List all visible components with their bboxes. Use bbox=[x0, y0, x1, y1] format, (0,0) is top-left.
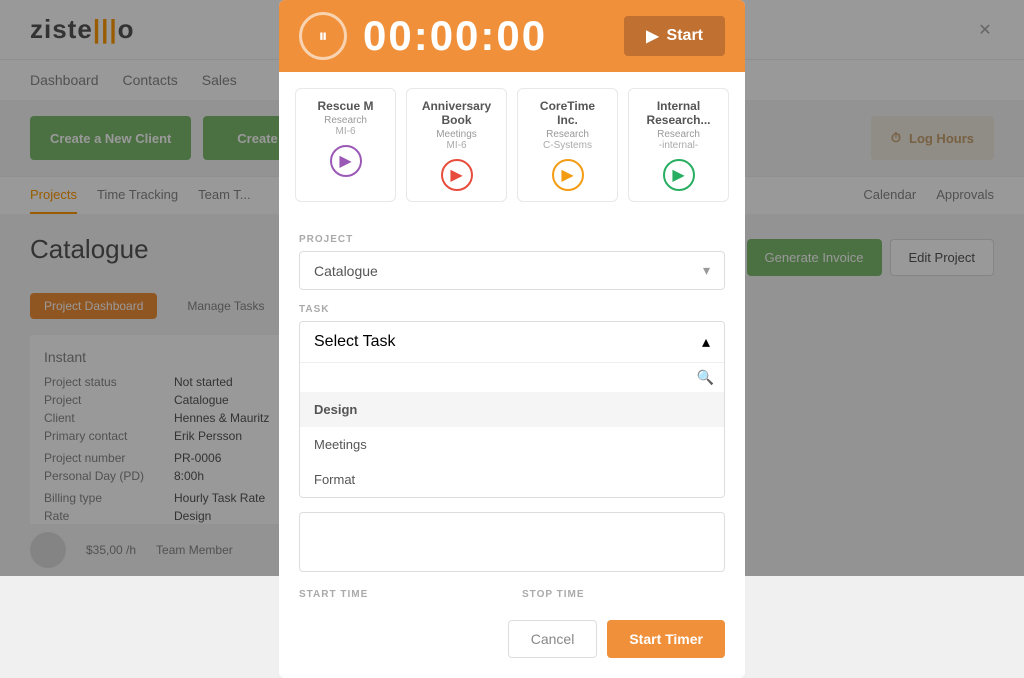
card-title-3: Internal Research... bbox=[643, 99, 714, 127]
project-card-2[interactable]: CoreTime Inc. Research C-Systems ▶ bbox=[517, 88, 618, 202]
card-play-2[interactable]: ▶ bbox=[552, 159, 584, 191]
task-option-meetings[interactable]: Meetings bbox=[300, 427, 724, 462]
start-time-label: START TIME bbox=[299, 589, 502, 600]
timer-header: ⏸ 00:00:00 ▶ Start bbox=[279, 0, 745, 72]
time-tracking-modal: ⏸ 00:00:00 ▶ Start Rescue M Research MI-… bbox=[279, 0, 745, 678]
task-option-design[interactable]: Design bbox=[300, 392, 724, 427]
card-sub-1: Meetings bbox=[421, 129, 492, 140]
card-code-1: MI-6 bbox=[421, 140, 492, 151]
card-sub-2: Research bbox=[532, 129, 603, 140]
modal-body: PROJECT Catalogue ▾ TASK Select Task ▴ 🔍… bbox=[279, 218, 745, 678]
project-select[interactable]: Catalogue ▾ bbox=[299, 251, 725, 290]
card-title-0: Rescue M bbox=[310, 99, 381, 113]
start-timer-button[interactable]: Start Timer bbox=[607, 620, 725, 658]
project-cards-section: Rescue M Research MI-6 ▶ Anniversary Boo… bbox=[279, 72, 745, 218]
task-search-input[interactable] bbox=[310, 370, 697, 385]
card-title-1: Anniversary Book bbox=[421, 99, 492, 127]
project-field-label: PROJECT bbox=[299, 234, 725, 245]
project-card-1[interactable]: Anniversary Book Meetings MI-6 ▶ bbox=[406, 88, 507, 202]
start-button[interactable]: ▶ Start bbox=[624, 16, 725, 56]
task-option-format[interactable]: Format bbox=[300, 462, 724, 497]
card-sub-0: Research bbox=[310, 115, 381, 126]
modal-footer: Cancel Start Timer bbox=[299, 620, 725, 662]
pause-icon: ⏸ bbox=[319, 26, 328, 47]
task-dropdown-header[interactable]: Select Task ▴ bbox=[300, 322, 724, 362]
chevron-down-icon: ▾ bbox=[703, 262, 710, 279]
play-icon: ▶ bbox=[646, 26, 658, 46]
card-play-0[interactable]: ▶ bbox=[330, 145, 362, 177]
notes-textarea[interactable] bbox=[299, 512, 725, 572]
card-code-3: -internal- bbox=[643, 140, 714, 151]
project-select-value: Catalogue bbox=[314, 263, 378, 279]
stop-time-col: STOP TIME bbox=[522, 589, 725, 604]
start-time-col: START TIME bbox=[299, 589, 502, 604]
card-play-1[interactable]: ▶ bbox=[441, 159, 473, 191]
pause-button[interactable]: ⏸ bbox=[299, 12, 347, 60]
task-select-placeholder: Select Task bbox=[314, 333, 396, 351]
cancel-button[interactable]: Cancel bbox=[508, 620, 598, 658]
time-row: START TIME STOP TIME bbox=[299, 589, 725, 604]
task-dropdown: Select Task ▴ 🔍 Design Meetings Format bbox=[299, 321, 725, 498]
project-card-3[interactable]: Internal Research... Research -internal-… bbox=[628, 88, 729, 202]
search-icon: 🔍 bbox=[697, 369, 714, 386]
card-code-2: C-Systems bbox=[532, 140, 603, 151]
card-code-0: MI-6 bbox=[310, 126, 381, 137]
card-play-3[interactable]: ▶ bbox=[663, 159, 695, 191]
stop-time-label: STOP TIME bbox=[522, 589, 725, 600]
task-field-label: TASK bbox=[299, 304, 725, 315]
card-sub-3: Research bbox=[643, 129, 714, 140]
task-search-row: 🔍 bbox=[300, 362, 724, 392]
project-card-0[interactable]: Rescue M Research MI-6 ▶ bbox=[295, 88, 396, 202]
chevron-up-icon: ▴ bbox=[702, 332, 710, 352]
card-title-2: CoreTime Inc. bbox=[532, 99, 603, 127]
timer-display: 00:00:00 bbox=[363, 12, 608, 60]
